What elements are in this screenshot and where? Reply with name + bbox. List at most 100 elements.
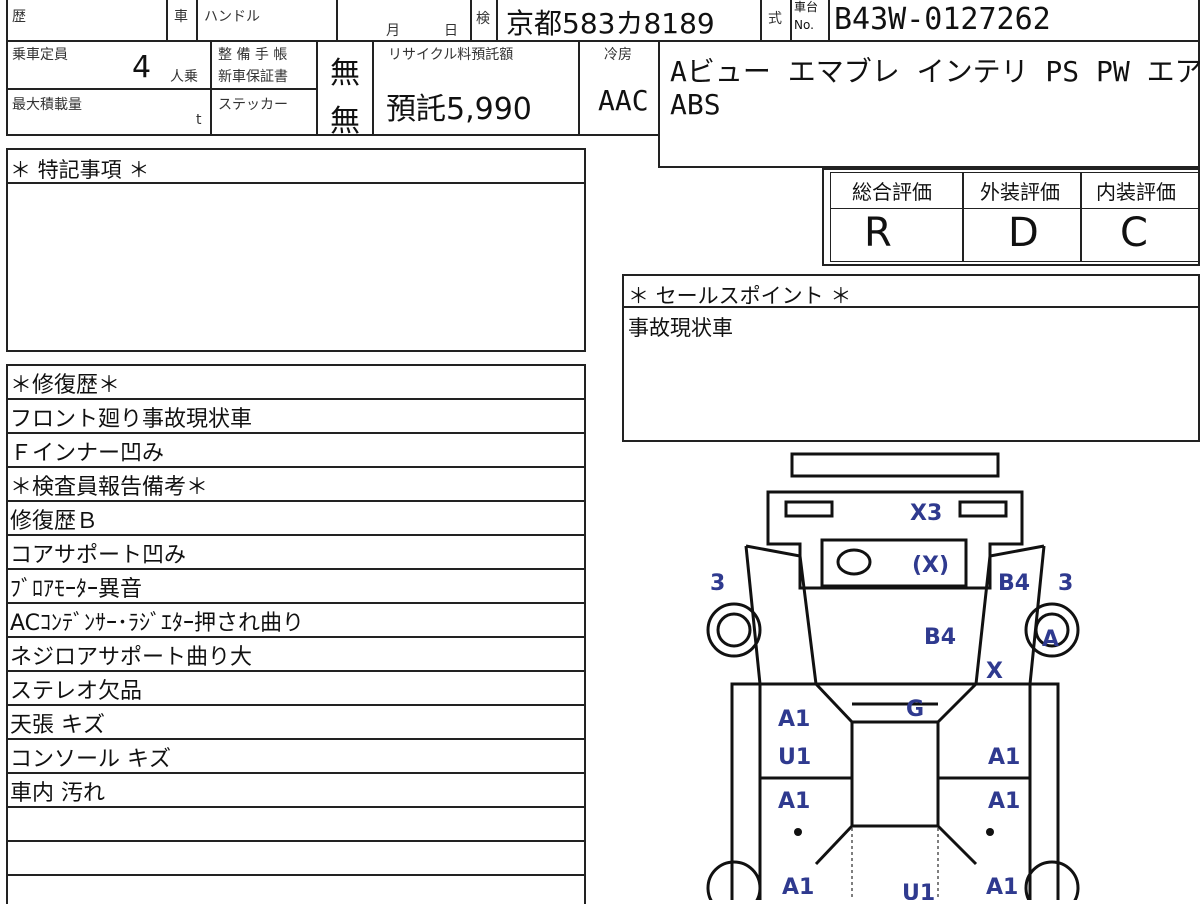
- month-label: 月: [386, 23, 400, 39]
- report-row-divider: [6, 602, 586, 604]
- specs-divider: [316, 40, 318, 136]
- mark-a1-right-bottom: A1: [986, 875, 1018, 900]
- mark-u1-bottom: U1: [902, 881, 935, 900]
- damage-map: X3 (X) 3 B4 3 B4 A X G A1 U1 A1 A1 A1 A1…: [706, 452, 1080, 900]
- mark-a1-left-bottom: A1: [782, 875, 814, 900]
- header-divider: [828, 0, 830, 42]
- equipment-line-1: Aビュー エマブレ インテリ PS PW エアB: [670, 55, 1200, 88]
- report-row-text: 修復歴Ｂ: [10, 509, 99, 534]
- mark-3-right: 3: [1058, 571, 1073, 596]
- report-row-text: ＊修復歴＊: [10, 373, 121, 398]
- front-wheel-left: [706, 602, 762, 658]
- exterior-rating-label: 外装評価: [980, 180, 1060, 204]
- report-row-text: ACｺﾝﾃﾞﾝｻｰ･ﾗｼﾞｴﾀｰ押され曲り: [10, 611, 305, 636]
- mark-a1-right-rear: A1: [988, 789, 1020, 814]
- maintenance-label-2: 新車保証書: [218, 69, 288, 85]
- report-row-divider: [6, 704, 586, 706]
- chassis-label-bottom: No.: [794, 18, 814, 32]
- mark-3-left: 3: [710, 571, 725, 596]
- mark-g-roof: G: [906, 697, 924, 722]
- inspection-label: 検: [476, 11, 490, 27]
- report-row-divider: [6, 738, 586, 740]
- report-row-text: コアサポート凹み: [10, 543, 187, 568]
- header-divider: [336, 0, 338, 42]
- mark-a1-right-front: A1: [988, 745, 1020, 770]
- windshield-left: [814, 682, 854, 724]
- specs-divider: [210, 40, 212, 136]
- day-label: 日: [444, 23, 458, 39]
- report-row-text: ステレオ欠品: [10, 679, 143, 704]
- report-row-divider: [6, 874, 586, 876]
- report-row-divider: [6, 432, 586, 434]
- report-row-text: 車内 汚れ: [10, 781, 105, 806]
- report-row-text: Ｆインナー凹み: [10, 441, 165, 466]
- sticker-value: 無: [330, 104, 360, 139]
- header-divider: [470, 0, 472, 42]
- report-row-text: ﾌﾞﾛｱﾓｰﾀｰ異音: [10, 577, 143, 602]
- ac-label: 冷房: [604, 47, 632, 63]
- report-row-divider: [6, 670, 586, 672]
- damage-marks: X3 (X) 3 B4 3 B4 A X G A1 U1 A1 A1 A1 A1…: [710, 501, 1073, 900]
- header-divider: [496, 0, 498, 42]
- capacity-value: 4: [132, 50, 152, 85]
- chassis-label-top: 車台: [794, 0, 819, 14]
- front-wheel-left-inner: [716, 612, 752, 648]
- special-notes-title: ＊ 特記事項 ＊: [10, 158, 150, 182]
- overall-rating-value: R: [864, 210, 892, 256]
- capacity-label: 乗車定員: [12, 47, 68, 63]
- recycle-label: リサイクル料預託額: [388, 47, 514, 63]
- header-divider: [166, 0, 168, 42]
- report-row-divider: [6, 772, 586, 774]
- interior-rating-value: C: [1120, 210, 1148, 256]
- report-row-divider: [6, 500, 586, 502]
- capacity-unit: 人乗: [170, 69, 198, 85]
- mark-b4-fender: B4: [924, 625, 956, 650]
- sales-point-title: ＊ セールスポイント ＊: [628, 284, 852, 308]
- history-label: 歴: [12, 9, 26, 25]
- report-row-text: コンソール キズ: [10, 747, 171, 772]
- mark-a1-left-front: A1: [778, 707, 810, 732]
- headlight-left: [836, 548, 872, 576]
- report-row-text: ネジロアサポート曲り大: [10, 645, 253, 670]
- report-row-divider: [6, 398, 586, 400]
- mark-a1-left-rear: A1: [778, 789, 810, 814]
- mark-u1-left: U1: [778, 745, 811, 770]
- rear-window-left: [814, 824, 854, 866]
- ratings-divider: [962, 172, 964, 262]
- rear-window-right: [936, 824, 978, 866]
- chassis-number: B43W-0127262: [834, 2, 1051, 37]
- equipment-line-2: ABS: [670, 88, 721, 121]
- roof-panel: [850, 720, 940, 828]
- ac-value: AAC: [598, 84, 649, 117]
- header-divider: [760, 0, 762, 42]
- ratings-divider: [1080, 172, 1082, 262]
- maintenance-label-1: 整 備 手 帳: [218, 47, 288, 63]
- max-load-unit: t: [196, 112, 202, 128]
- mark-x-fender: X: [986, 659, 1003, 684]
- rear-wheel-right: [1024, 860, 1080, 900]
- specs-row-divider: [6, 88, 318, 90]
- max-load-label: 最大積載量: [12, 97, 82, 113]
- report-row-text: 天張 キズ: [10, 713, 105, 738]
- report-row-text: ＊検査員報告備考＊: [10, 475, 209, 500]
- report-row-divider: [6, 840, 586, 842]
- recycle-value: 預託5,990: [386, 92, 532, 127]
- sales-point-text: 事故現状車: [628, 316, 733, 340]
- front-bumper: [790, 452, 1000, 478]
- header-divider: [790, 0, 792, 42]
- front-grille-right: [958, 500, 1008, 518]
- report-row-divider: [6, 534, 586, 536]
- report-row-divider: [6, 466, 586, 468]
- report-row-text: フロント廻り事故現状車: [10, 407, 253, 432]
- specs-divider: [372, 40, 374, 136]
- specs-divider: [578, 40, 580, 136]
- maintenance-value: 無: [330, 56, 360, 91]
- mark-a-wheel: A: [1042, 627, 1059, 652]
- report-row-divider: [6, 568, 586, 570]
- mark-b4-top-right: B4: [998, 571, 1030, 596]
- interior-rating-label: 内装評価: [1096, 180, 1176, 204]
- mark-x-paren: (X): [912, 553, 949, 578]
- header-divider: [196, 0, 198, 42]
- model-label: 式: [768, 11, 782, 27]
- sticker-label: ステッカー: [218, 97, 288, 113]
